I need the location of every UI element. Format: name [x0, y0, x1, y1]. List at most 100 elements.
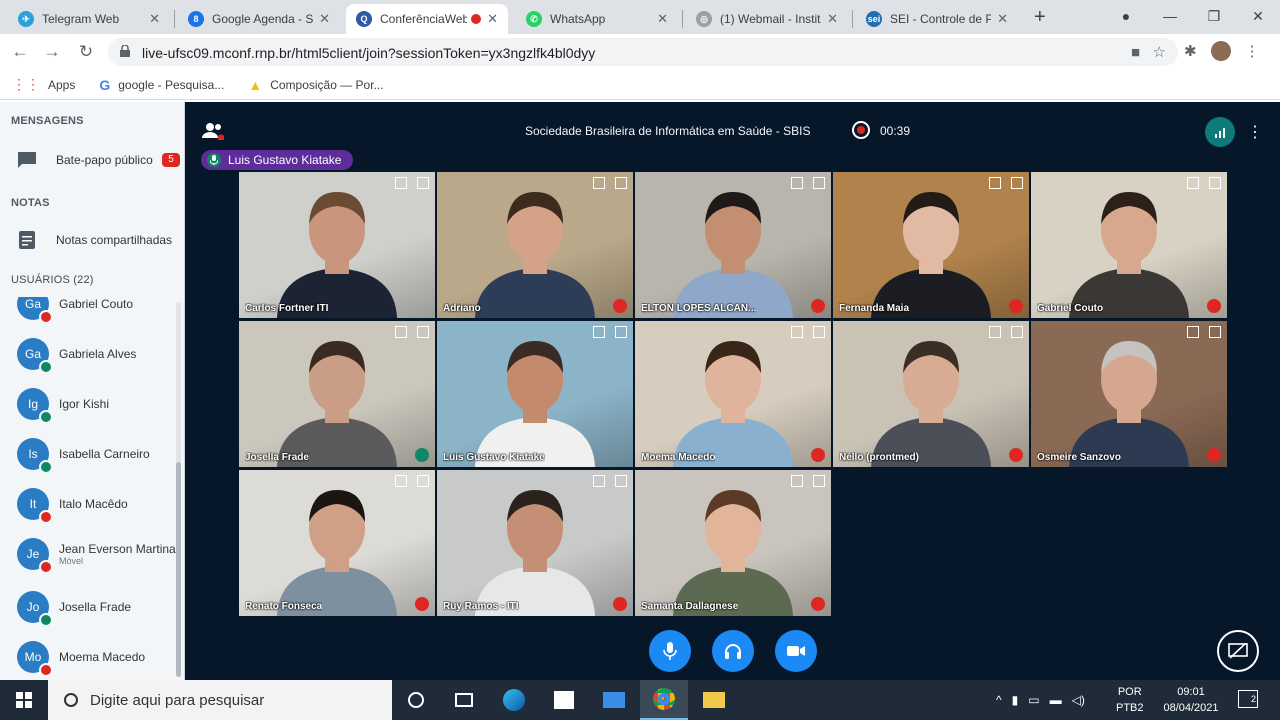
video-tile[interactable]: Moema Macedo — [635, 321, 831, 467]
video-tile[interactable]: Josella Frade — [239, 321, 435, 467]
video-tile[interactable]: Adriano — [437, 172, 633, 318]
connection-status-button[interactable] — [1205, 117, 1235, 147]
expand-icon[interactable] — [1209, 326, 1221, 338]
video-tile[interactable]: Luis Gustavo Kiatake — [437, 321, 633, 467]
volume-icon[interactable]: ◁) — [1072, 693, 1085, 707]
expand-icon[interactable] — [1011, 326, 1023, 338]
expand-icon[interactable] — [813, 475, 825, 487]
browser-tab[interactable]: Q ConferênciaWeb ✕ — [346, 4, 508, 34]
user-list-item[interactable]: Ga Gabriela Alves — [17, 334, 136, 374]
input-language[interactable]: POR PTB2 — [1116, 684, 1144, 716]
camera-in-use-icon[interactable]: ■ — [1131, 44, 1140, 61]
expand-icon[interactable] — [417, 177, 429, 189]
user-list-item[interactable]: Mo Moema Macedo — [17, 637, 145, 677]
video-tile[interactable]: Carlos Fortner ITI — [239, 172, 435, 318]
expand-icon[interactable] — [813, 326, 825, 338]
recording-indicator-icon[interactable] — [852, 121, 870, 139]
extensions-icon[interactable]: ✱ — [1184, 42, 1197, 60]
user-list-item[interactable]: It Italo Macêdo — [17, 484, 128, 524]
fullscreen-icon[interactable] — [593, 326, 605, 338]
fullscreen-icon[interactable] — [593, 475, 605, 487]
expand-icon[interactable] — [1209, 177, 1221, 189]
profile-avatar[interactable] — [1210, 41, 1231, 61]
audio-button[interactable] — [712, 630, 754, 672]
video-tile[interactable]: ELTON LOPES ALCAN... — [635, 172, 831, 318]
shared-notes-item[interactable]: Notas compartilhadas — [16, 230, 172, 250]
start-button[interactable] — [0, 680, 48, 720]
browser-tab[interactable]: sei SEI - Controle de Pr ✕ — [856, 4, 1018, 34]
fullscreen-icon[interactable] — [1187, 326, 1199, 338]
taskbar-mail[interactable] — [590, 680, 638, 720]
options-menu-icon[interactable]: ⋮ — [1247, 122, 1263, 142]
back-button[interactable]: ← — [8, 40, 32, 64]
expand-icon[interactable] — [813, 177, 825, 189]
profile-menu-icon[interactable]: ● — [1104, 0, 1148, 34]
user-list-item[interactable]: Jo Josella Frade — [17, 587, 131, 627]
fullscreen-icon[interactable] — [989, 326, 1001, 338]
close-window-button[interactable]: ✕ — [1236, 0, 1280, 34]
task-view-button[interactable] — [440, 680, 488, 720]
restore-button[interactable]: ❐ — [1192, 0, 1236, 34]
close-tab-icon[interactable]: ✕ — [827, 11, 838, 27]
fullscreen-icon[interactable] — [791, 475, 803, 487]
microphone-button[interactable] — [649, 630, 691, 672]
video-tile[interactable]: Renato Fonseca — [239, 470, 435, 616]
microphone-tray-icon[interactable]: ▮ — [1012, 693, 1019, 707]
bookmark-star-icon[interactable]: ☆ — [1153, 44, 1166, 61]
clock[interactable]: 09:01 08/04/2021 — [1156, 684, 1226, 716]
network-icon[interactable]: ▭ — [1028, 693, 1039, 707]
close-tab-icon[interactable]: ✕ — [487, 11, 498, 27]
camera-button[interactable] — [775, 630, 817, 672]
fullscreen-icon[interactable] — [395, 177, 407, 189]
taskbar-search[interactable]: Digite aqui para pesquisar — [48, 680, 392, 720]
screenshare-button[interactable] — [1217, 630, 1259, 672]
video-tile[interactable]: Samanta Dallagnese — [635, 470, 831, 616]
fullscreen-icon[interactable] — [593, 177, 605, 189]
fullscreen-icon[interactable] — [989, 177, 1001, 189]
user-list-item[interactable]: Ig Igor Kishi — [17, 384, 109, 424]
minimize-button[interactable]: — — [1148, 0, 1192, 34]
taskbar-store[interactable] — [540, 680, 588, 720]
video-tile[interactable]: Fernanda Maia — [833, 172, 1029, 318]
fullscreen-icon[interactable] — [1187, 177, 1199, 189]
video-tile[interactable]: Osmeire Sanzovo — [1031, 321, 1227, 467]
expand-icon[interactable] — [615, 475, 627, 487]
video-tile[interactable]: Gabriel Couto — [1031, 172, 1227, 318]
display-icon[interactable]: ▬ — [1050, 693, 1062, 707]
new-tab-button[interactable]: + — [1034, 6, 1046, 29]
expand-icon[interactable] — [615, 177, 627, 189]
fullscreen-icon[interactable] — [395, 475, 407, 487]
chrome-menu-icon[interactable]: ⋮ — [1245, 42, 1260, 60]
expand-icon[interactable] — [417, 326, 429, 338]
forward-button[interactable]: → — [40, 40, 64, 64]
taskbar-edge[interactable] — [490, 680, 538, 720]
public-chat-item[interactable]: Bate-papo público — [16, 150, 153, 170]
bookmark-composicao[interactable]: ▲ Composição — Por... — [248, 77, 383, 93]
browser-tab[interactable]: ✆ WhatsApp ✕ — [516, 4, 678, 34]
browser-tab[interactable]: ◎ (1) Webmail - Instit ✕ — [686, 4, 848, 34]
browser-tab[interactable]: ✈ Telegram Web ✕ — [8, 4, 170, 34]
user-list-item[interactable]: Je Jean Everson Martina Móvel — [17, 534, 176, 574]
expand-icon[interactable] — [615, 326, 627, 338]
taskbar-chrome[interactable] — [640, 680, 688, 720]
close-tab-icon[interactable]: ✕ — [997, 11, 1008, 27]
notification-center-button[interactable]: 2 — [1238, 690, 1258, 708]
fullscreen-icon[interactable] — [791, 177, 803, 189]
video-tile[interactable]: Néllo (prontmed) — [833, 321, 1029, 467]
expand-icon[interactable] — [417, 475, 429, 487]
toggle-userlist-button[interactable] — [202, 122, 224, 140]
bookmark-apps[interactable]: ⋮⋮ Apps — [12, 76, 75, 93]
close-tab-icon[interactable]: ✕ — [657, 11, 668, 27]
taskbar-explorer[interactable] — [690, 680, 738, 720]
address-bar[interactable]: live-ufsc09.mconf.rnp.br/html5client/joi… — [108, 38, 1178, 66]
close-tab-icon[interactable]: ✕ — [149, 11, 160, 27]
fullscreen-icon[interactable] — [395, 326, 407, 338]
bookmark-google-search[interactable]: Ggoogle - Pesquisa... — [99, 77, 224, 93]
browser-tab[interactable]: 8 Google Agenda - Se ✕ — [178, 4, 340, 34]
video-tile[interactable]: Ruy Ramos - ITI — [437, 470, 633, 616]
cortana-button[interactable] — [392, 680, 440, 720]
close-tab-icon[interactable]: ✕ — [319, 11, 330, 27]
chevron-up-icon[interactable]: ^ — [996, 693, 1002, 707]
expand-icon[interactable] — [1011, 177, 1023, 189]
user-list-scroll-thumb[interactable] — [176, 462, 181, 677]
